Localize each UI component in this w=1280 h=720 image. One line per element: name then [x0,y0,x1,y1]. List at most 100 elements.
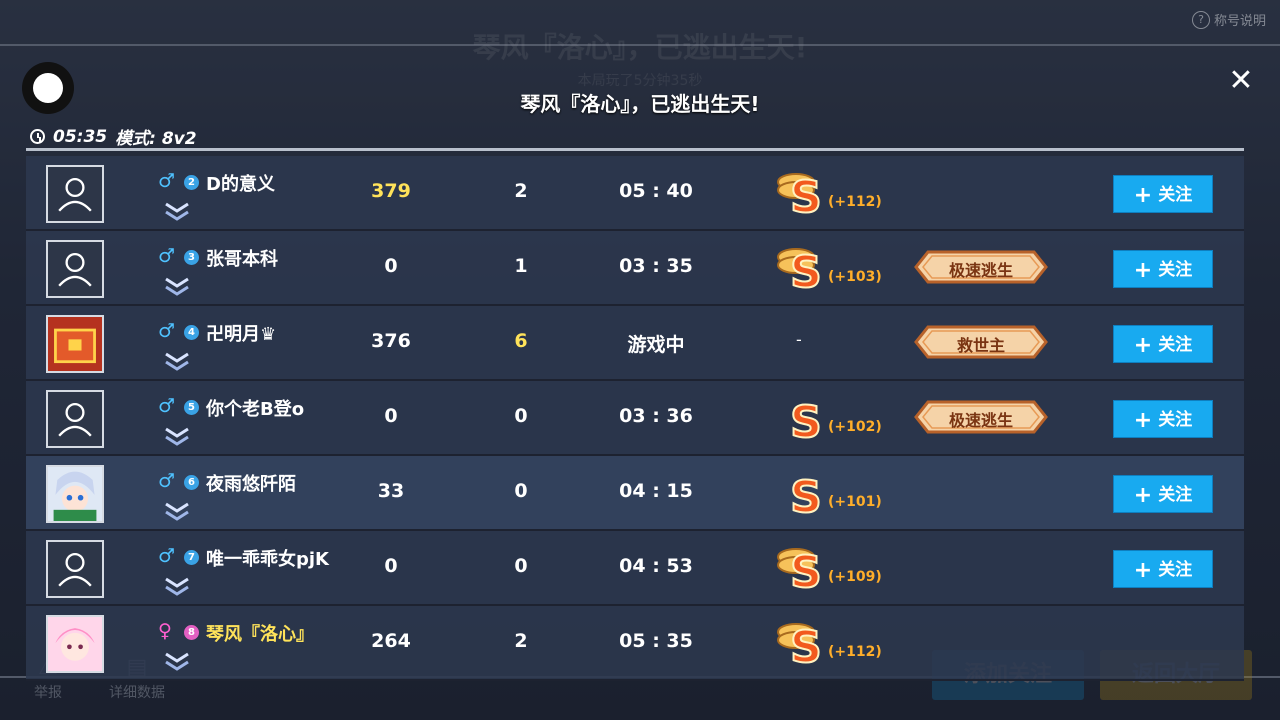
player-score: 0 [384,405,398,427]
player-row: ♂ 4 卍明月♛ 376 6 游戏中 - 救世主 + 关注 [26,306,1244,381]
grade-bonus: (+112) [828,644,882,660]
rank-chevron-icon [165,577,189,596]
player-name: 卍明月♛ [206,324,277,345]
gender-icon: ♂ [158,395,176,417]
gender-icon: ♂ [158,320,176,342]
page-title: 琴风『洛心』，已逃出生天! [520,92,760,116]
player-rank-badge: 8 [184,625,199,640]
match-mode: 模式: 8v2 [115,129,197,149]
follow-label: 关注 [1158,335,1193,355]
plus-icon: + [1133,333,1153,358]
player-row: ♂ 6 夜雨悠阡陌 33 0 04 : 15 S (+101) + 关注 [26,456,1244,531]
title-badge: 救世主 [914,325,1048,359]
grade-badge: S (+112) [776,168,886,220]
player-rank-badge: 7 [184,550,199,565]
gender-icon: ♂ [158,245,176,267]
gender-icon: ♂ [158,545,176,567]
player-name: 琴风『洛心』 [206,624,314,645]
player-score: 33 [377,480,405,502]
player-name: 张哥本科 [206,249,278,270]
grade-badge: S (+101) [776,468,886,520]
follow-label: 关注 [1158,185,1193,205]
player-row: ♂ 5 你个老B登o 0 0 03 : 36 S (+102) 极速逃生 + 关注 [26,381,1244,456]
rank-chevron-icon [165,502,189,521]
rank-chevron-icon [165,202,189,221]
player-avatar[interactable] [46,315,104,373]
table-top-border [26,148,1244,151]
gender-icon: ♂ [158,170,176,192]
gender-icon: ♂ [158,470,176,492]
rank-chevron-icon [165,652,189,671]
clock-icon [30,129,45,144]
grade-bonus: (+103) [828,269,882,285]
player-time: 游戏中 [627,334,685,356]
player-row: ♂ 2 D的意义 379 2 05 : 40 S (+112) + 关注 [26,156,1244,231]
svg-text:S: S [790,247,822,295]
follow-label: 关注 [1158,560,1193,580]
match-meta: 05:35 模式: 8v2 [30,124,197,149]
follow-button[interactable]: + 关注 [1113,475,1213,513]
player-row: ♀ 8 琴风『洛心』 264 2 05 : 35 S (+112) [26,606,1244,681]
player-list: ♂ 2 D的意义 379 2 05 : 40 S (+112) + 关注 ♂ 3 张哥本科 0 1 03 : … [26,156,1244,681]
player-avatar[interactable] [46,390,104,448]
player-name: 夜雨悠阡陌 [206,474,296,495]
badge-label: 救世主 [956,336,1005,355]
player-time: 04 : 15 [619,480,693,502]
rank-chevron-icon [165,277,189,296]
player-rank-badge: 3 [184,250,199,265]
follow-label: 关注 [1158,410,1193,430]
badge-label: 极速逃生 [948,261,1013,280]
badge-label: 极速逃生 [948,411,1013,430]
follow-label: 关注 [1158,260,1193,280]
follow-button[interactable]: + 关注 [1113,325,1213,363]
svg-text:S: S [790,397,822,445]
player-name: 唯一乖乖女pjK [206,549,330,570]
player-score: 264 [371,630,411,652]
follow-button[interactable]: + 关注 [1113,175,1213,213]
player-time: 03 : 35 [619,255,693,277]
grade-bonus: (+109) [828,569,882,585]
player-name: 你个老B登o [206,399,305,420]
player-avatar[interactable] [46,240,104,298]
gender-icon: ♀ [158,620,172,642]
svg-text:S: S [790,172,822,220]
player-row: ♂ 7 唯一乖乖女pjK 0 0 04 : 53 S (+109) + 关注 [26,531,1244,606]
player-rescues: 6 [514,330,528,352]
player-rescues: 2 [514,180,528,202]
player-score: 376 [371,330,411,352]
plus-icon: + [1133,483,1153,508]
player-score: 0 [384,555,398,577]
player-avatar[interactable] [46,165,104,223]
svg-text:S: S [790,547,822,595]
grade-bonus: (+101) [828,494,882,510]
player-avatar[interactable] [46,540,104,598]
player-row: ♂ 3 张哥本科 0 1 03 : 35 S (+103) 极速逃生 + 关注 [26,231,1244,306]
rank-chevron-icon [165,427,189,446]
player-name: D的意义 [206,174,275,195]
player-rank-badge: 5 [184,400,199,415]
follow-button[interactable]: + 关注 [1113,550,1213,588]
follow-button[interactable]: + 关注 [1113,400,1213,438]
grade-bonus: (+112) [828,194,882,210]
player-avatar[interactable] [46,615,104,673]
follow-button[interactable]: + 关注 [1113,250,1213,288]
player-rank-badge: 6 [184,475,199,490]
svg-text:S: S [790,472,822,520]
svg-text:S: S [790,622,822,670]
plus-icon: + [1133,558,1153,583]
player-rank-badge: 4 [184,325,199,340]
grade-text: - [796,330,802,349]
player-time: 03 : 36 [619,405,693,427]
player-time: 05 : 40 [619,180,693,202]
player-score: 0 [384,255,398,277]
follow-label: 关注 [1158,485,1193,505]
grade-bonus: (+102) [828,419,882,435]
player-rescues: 0 [514,405,528,427]
title-badge: 极速逃生 [914,400,1048,434]
plus-icon: + [1133,183,1153,208]
grade-badge: S (+103) [776,243,886,295]
close-button[interactable]: ✕ [1224,64,1258,98]
grade-badge: S (+112) [776,618,886,670]
player-avatar[interactable] [46,465,104,523]
plus-icon: + [1133,258,1153,283]
